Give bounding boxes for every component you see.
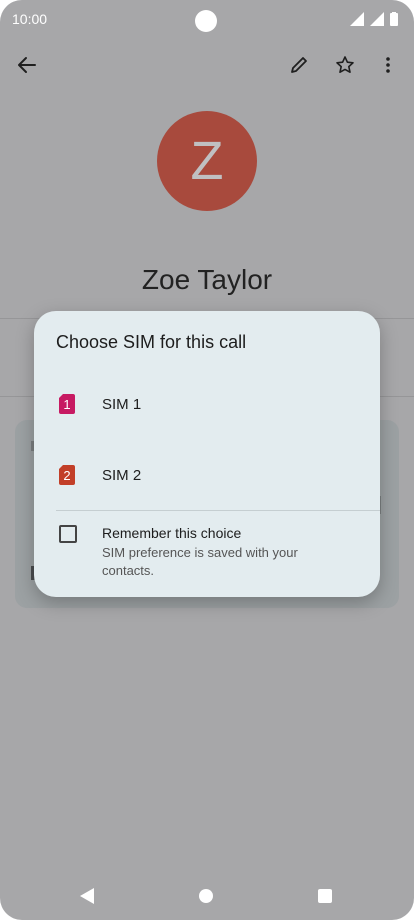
remember-choice-label: Remember this choice [102,525,242,541]
nav-home-icon[interactable] [199,889,213,903]
sim-option-label: SIM 2 [102,467,142,484]
contact-avatar: Z [157,111,257,211]
remember-choice-subtext: SIM preference is saved with your contac… [102,545,298,578]
star-outline-icon [336,56,354,73]
dialog-divider [56,510,380,511]
signal-icon-2 [370,12,384,26]
nav-back-icon[interactable] [80,888,94,904]
edit-button[interactable] [281,47,317,83]
sim-card-icon: 1 [59,394,75,414]
arrow-left-icon [18,57,36,73]
remember-choice-row[interactable]: Remember this choice SIM preference is s… [34,521,380,581]
pencil-icon [291,57,307,73]
back-button[interactable] [9,47,45,83]
sim-option-2[interactable]: 2 SIM 2 [34,448,380,502]
phone-screen: 10:00 Z Zoe Taylor Choose SIM for this c… [0,0,414,920]
camera-cutout [195,10,217,32]
sim-option-label: SIM 1 [102,396,142,413]
navigation-bar [0,876,414,920]
sim-option-1[interactable]: 1 SIM 1 [34,377,380,431]
choose-sim-dialog: Choose SIM for this call 1 SIM 1 2 SIM 2… [34,311,380,597]
remember-choice-checkbox[interactable] [59,525,77,543]
dialog-title: Choose SIM for this call [56,332,247,352]
battery-icon [390,12,398,26]
status-icons [350,12,398,26]
status-time: 10:00 [12,11,48,27]
signal-icon [350,12,364,26]
sim-card-icon: 2 [59,465,75,485]
nav-recents-icon[interactable] [318,889,332,903]
status-bar: 10:00 [0,0,414,40]
more-options-button[interactable] [370,47,406,83]
contact-name: Zoe Taylor [141,264,273,295]
app-bar [0,44,414,88]
more-vert-icon [386,57,390,73]
favorite-button[interactable] [327,47,363,83]
